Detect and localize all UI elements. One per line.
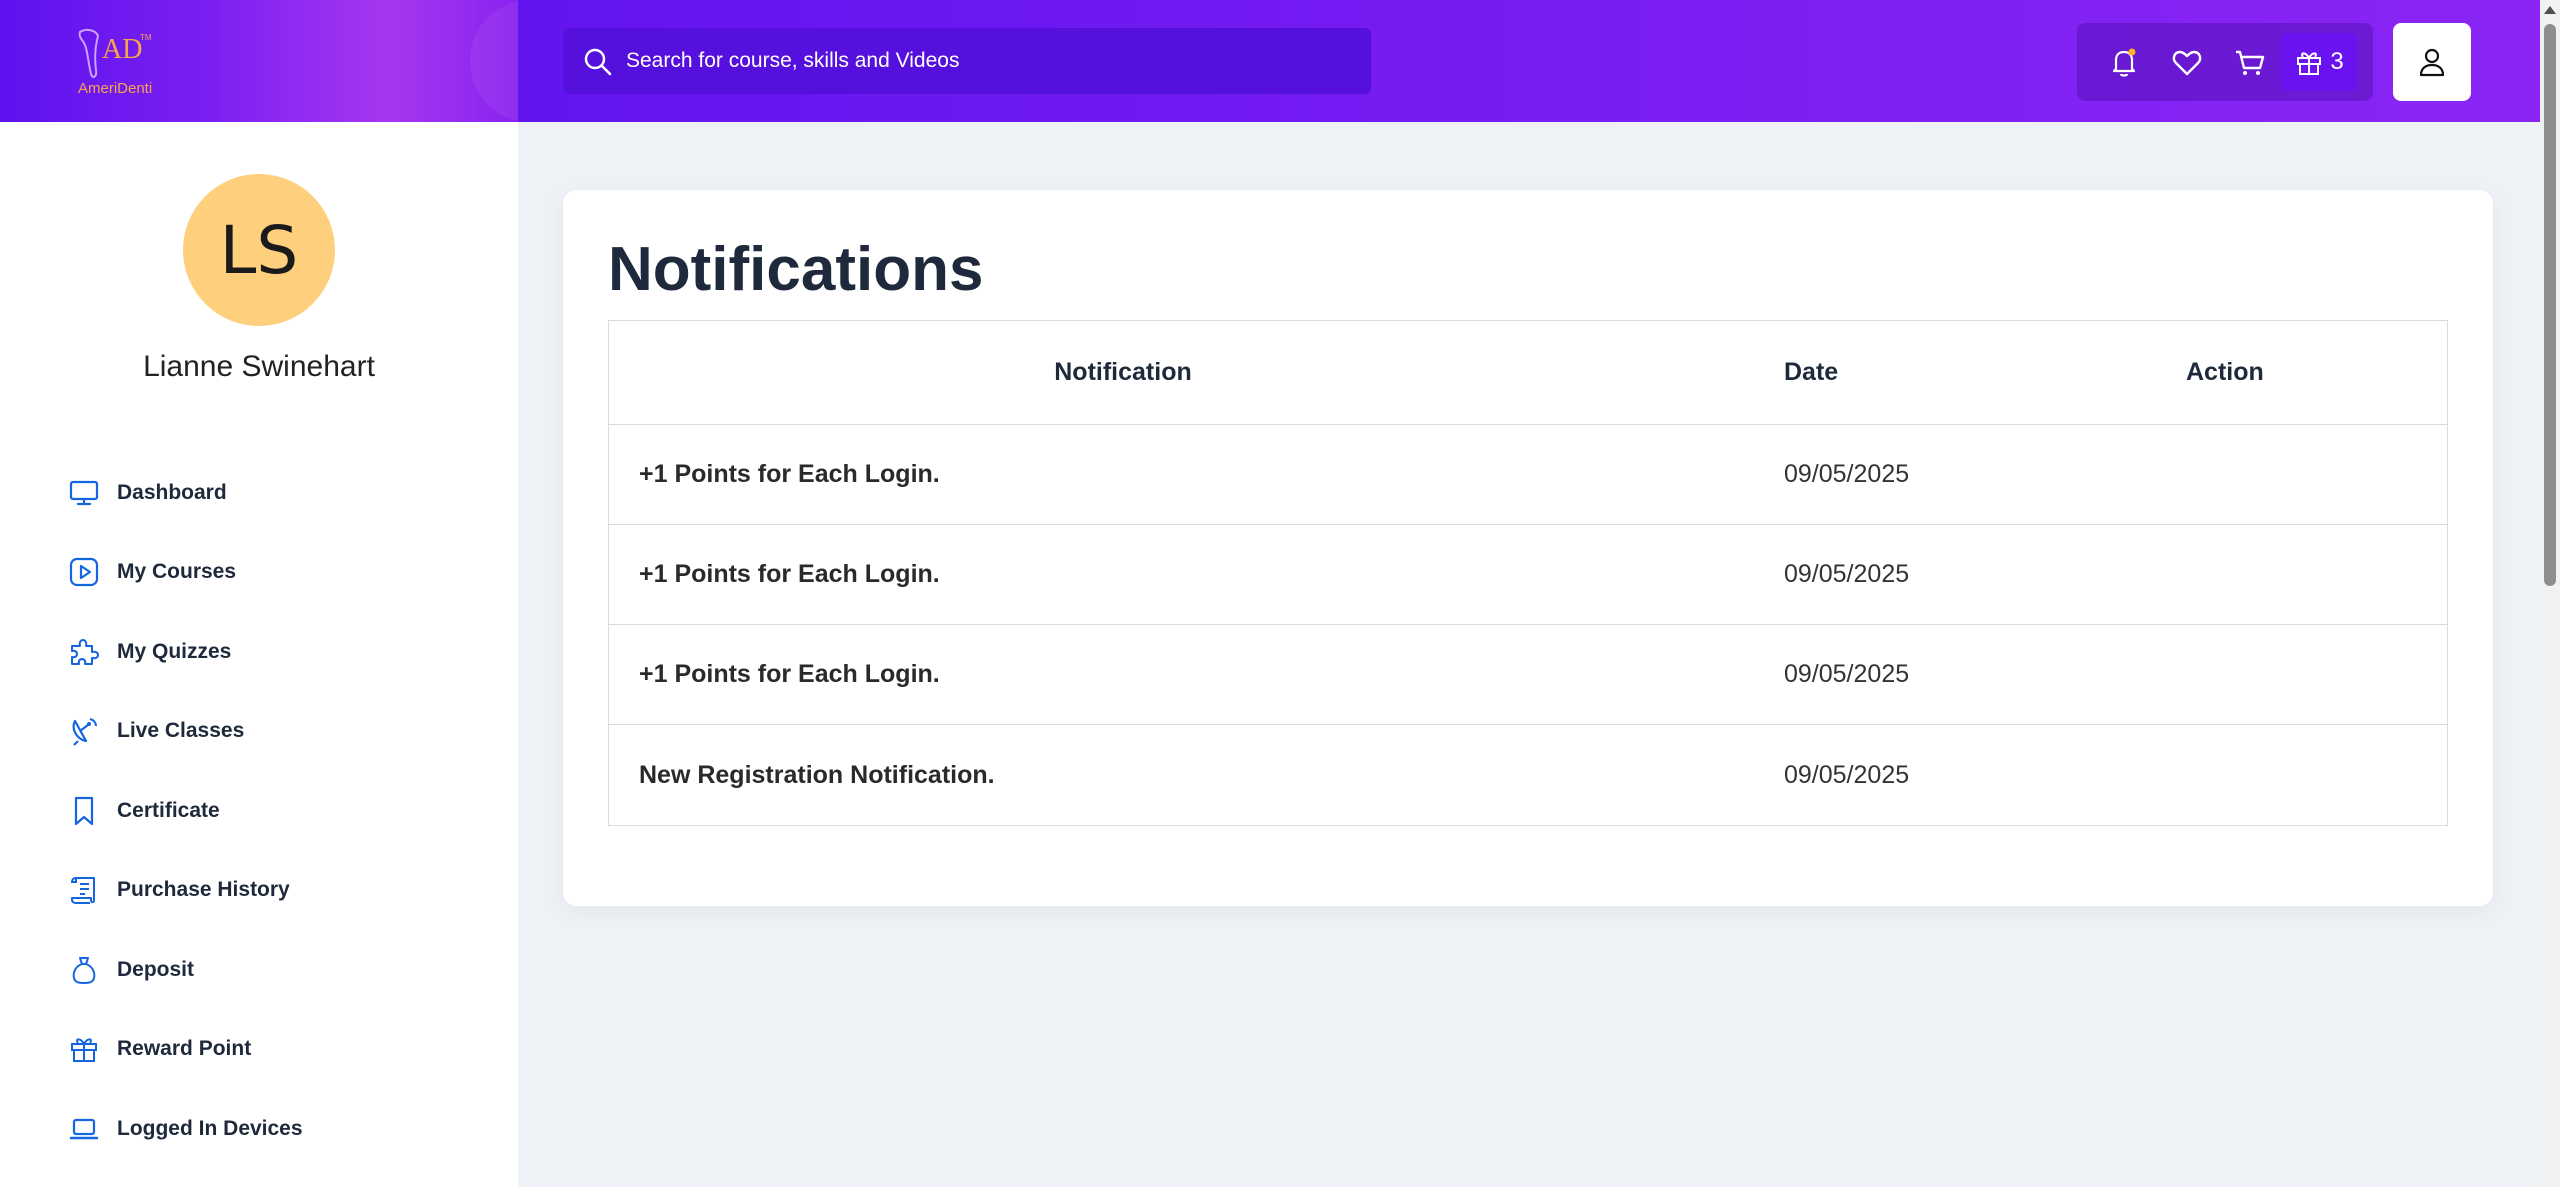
sidebar-item-certificate[interactable]: Certificate <box>66 786 220 836</box>
sidebar-item-label: Reward Point <box>117 1037 252 1060</box>
svg-text:AD: AD <box>102 34 142 65</box>
notification-date: 09/05/2025 <box>1784 460 1910 488</box>
money-bag-icon <box>66 952 102 988</box>
notification-date: 09/05/2025 <box>1784 760 1910 789</box>
sidebar-item-label: Live Classes <box>117 719 245 742</box>
top-header: AD TM AmeriDenti 3 <box>0 0 2540 122</box>
notification-text: +1 Points for Each Login. <box>639 460 940 488</box>
sidebar-item-my-quizzes[interactable]: My Quizzes <box>66 627 231 677</box>
user-name: Lianne Swinehart <box>143 350 375 383</box>
user-account-button[interactable] <box>2393 23 2471 101</box>
notification-date: 09/05/2025 <box>1784 560 1910 588</box>
column-header-notification: Notification <box>1054 358 1192 386</box>
sidebar: LS Lianne Swinehart Dashboard My Courses… <box>0 122 518 1187</box>
heart-icon[interactable] <box>2168 43 2206 81</box>
sidebar-item-deposit[interactable]: Deposit <box>66 945 194 995</box>
cart-icon[interactable] <box>2231 43 2269 81</box>
sidebar-item-my-courses[interactable]: My Courses <box>66 547 236 597</box>
sidebar-item-purchase-history[interactable]: Purchase History <box>66 865 290 915</box>
logo-area[interactable]: AD TM AmeriDenti <box>0 0 518 122</box>
column-header-action: Action <box>2186 358 2264 386</box>
play-square-icon <box>66 554 102 590</box>
notification-date: 09/05/2025 <box>1784 660 1910 688</box>
avatar: LS <box>183 174 335 326</box>
svg-text:TM: TM <box>140 33 152 42</box>
search-input[interactable] <box>626 28 1346 94</box>
table-header-row: Notification Date Action <box>609 321 2447 425</box>
sidebar-item-label: Deposit <box>117 958 195 981</box>
sidebar-item-label: Dashboard <box>117 481 227 504</box>
search-bar[interactable] <box>563 28 1371 94</box>
gift-icon <box>66 1031 102 1067</box>
column-header-date: Date <box>1784 358 1839 386</box>
user-icon <box>2414 44 2450 80</box>
sidebar-item-live-classes[interactable]: Live Classes <box>66 706 244 756</box>
sidebar-item-label: My Quizzes <box>117 640 232 663</box>
table-row: +1 Points for Each Login. 09/05/2025 <box>609 525 2447 625</box>
notification-text: +1 Points for Each Login. <box>639 560 940 588</box>
sidebar-item-label: Logged In Devices <box>117 1117 303 1140</box>
sidebar-item-label: Certificate <box>117 799 220 822</box>
laptop-icon <box>66 1111 102 1147</box>
reward-points-badge[interactable]: 3 <box>2281 33 2357 91</box>
header-icon-group: 3 <box>2077 23 2373 101</box>
receipt-icon <box>66 872 102 908</box>
reward-count: 3 <box>2330 48 2344 75</box>
page-scrollbar[interactable] <box>2540 0 2560 1187</box>
satellite-dish-icon <box>66 713 102 749</box>
sidebar-item-reward-point[interactable]: Reward Point <box>66 1024 251 1074</box>
logo-text: AmeriDenti <box>78 80 153 97</box>
bell-icon[interactable] <box>2105 43 2143 81</box>
monitor-icon <box>66 475 102 511</box>
notification-text: +1 Points for Each Login. <box>639 660 940 688</box>
sidebar-item-label: My Courses <box>117 560 237 583</box>
notification-text: New Registration Notification. <box>639 760 995 789</box>
table-row: +1 Points for Each Login. 09/05/2025 <box>609 425 2447 525</box>
sidebar-item-logged-in-devices[interactable]: Logged In Devices <box>66 1104 303 1154</box>
page-title: Notifications <box>608 235 984 304</box>
puzzle-icon <box>66 634 102 670</box>
scroll-up-arrow-icon[interactable] <box>2544 6 2556 14</box>
notifications-card: Notifications Notification Date Action +… <box>563 190 2493 906</box>
sidebar-item-label: Purchase History <box>117 878 290 901</box>
search-icon <box>583 47 613 77</box>
table-row: +1 Points for Each Login. 09/05/2025 <box>609 625 2447 725</box>
notifications-table: Notification Date Action +1 Points for E… <box>608 320 2448 826</box>
sidebar-item-dashboard[interactable]: Dashboard <box>66 468 227 518</box>
table-row: New Registration Notification. 09/05/202… <box>609 725 2447 825</box>
scrollbar-thumb[interactable] <box>2544 24 2556 586</box>
decorative-blob <box>470 0 518 122</box>
bookmark-icon <box>66 793 102 829</box>
gift-icon <box>2294 47 2324 77</box>
